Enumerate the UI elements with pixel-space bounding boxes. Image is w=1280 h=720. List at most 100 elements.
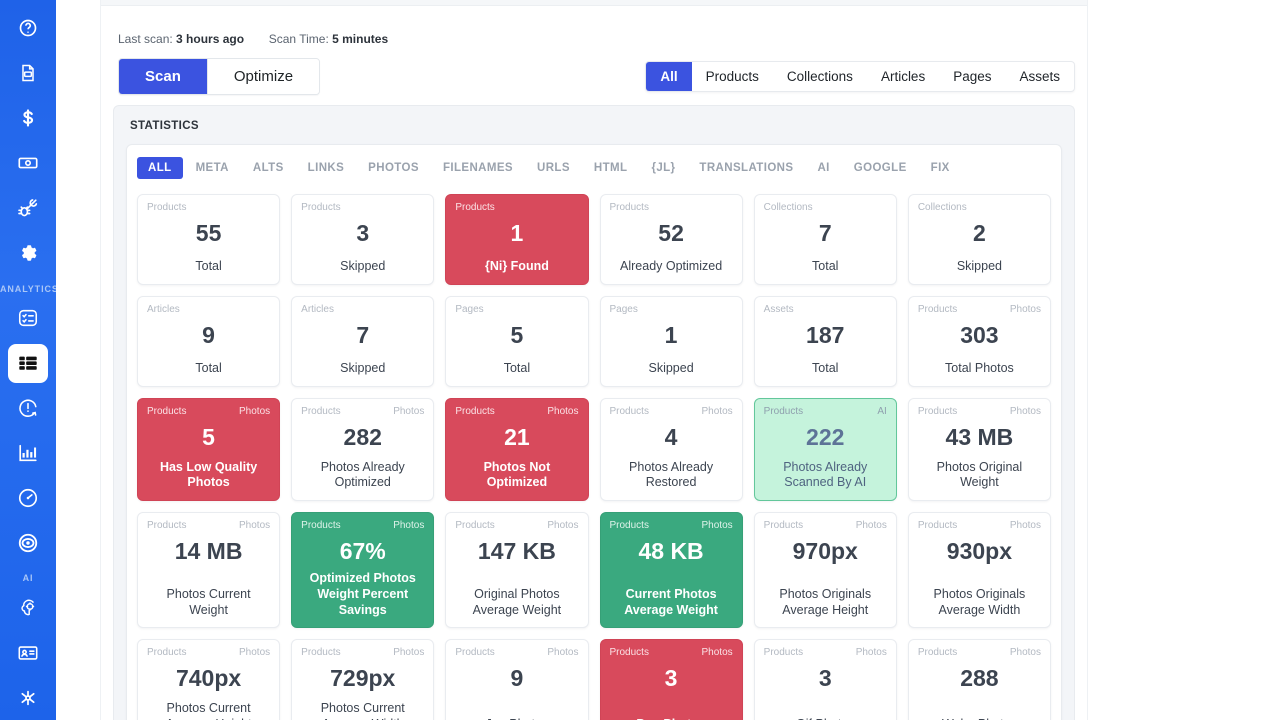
sidebar-item-ai-engine[interactable] — [8, 588, 48, 627]
stat-card-tag-left: Products — [917, 520, 958, 531]
stat-card[interactable]: Products Photos 729px Photos Current Averag… — [291, 639, 435, 720]
stat-card-tag-right: Photos — [393, 406, 425, 417]
stat-card-tags: Articles — [147, 304, 270, 316]
sidebar-item-history[interactable] — [8, 389, 48, 428]
stat-card-value: 2 — [973, 220, 986, 246]
sidebar-item-monitor[interactable] — [8, 523, 48, 562]
stat-card[interactable]: Products 55 Total — [137, 194, 281, 285]
stat-card-label: Skipped — [648, 361, 694, 376]
stat-card-value: 7 — [818, 220, 832, 246]
stat-filter-meta[interactable]: META — [185, 157, 240, 179]
stat-card[interactable]: Products AI 222 Photos Already Scanned By A… — [753, 398, 897, 501]
stat-card[interactable]: Products 1 {Ni} Found — [445, 194, 589, 285]
stat-card[interactable]: Products Photos 303 Total Photos — [907, 296, 1051, 387]
stat-card[interactable]: Products Photos 5 Has Low Quality Photos — [137, 398, 281, 501]
optimize-button[interactable]: Optimize — [207, 59, 320, 94]
stat-card-value: 67% — [339, 538, 386, 564]
stat-card[interactable]: Products Photos 43 MB Photos Original Weigh… — [907, 398, 1051, 501]
stat-card-tag-left: Products — [147, 520, 187, 531]
stat-card[interactable]: Pages 1 Skipped — [599, 296, 743, 387]
stat-card[interactable]: Products Photos 3 Gif Photos — [753, 639, 897, 720]
stat-filter-google[interactable]: GOOGLE — [843, 157, 918, 179]
sidebar-item-log[interactable] — [8, 54, 48, 93]
type-filter-pages[interactable]: Pages — [939, 62, 1005, 91]
stat-card[interactable]: Products Photos 48 KB Current Photos Averag… — [599, 512, 743, 629]
stat-card[interactable]: Products Photos 67% Optimized Photos Weight… — [291, 512, 435, 629]
stat-filter-ai[interactable]: AI — [806, 157, 840, 179]
sidebar-item-reports[interactable] — [8, 433, 48, 472]
stat-card-tag-right: Photos — [701, 406, 733, 417]
type-filter-all[interactable]: All — [646, 62, 692, 91]
stat-card[interactable]: Products Photos 3 Png Photos — [599, 639, 743, 720]
banknote-icon — [17, 152, 39, 174]
stat-card-tags: Products Photos — [764, 520, 887, 532]
stat-card[interactable]: Products Photos 930px Photos Originals Aver… — [907, 512, 1051, 629]
statistics-filter-bar: ALL META ALTS LINKS PHOTOS FILENAMES URLS HTML{… — [137, 155, 1051, 185]
stat-card-tags: Products — [455, 202, 578, 214]
sidebar-item-ai-network[interactable] — [8, 678, 48, 717]
type-filter-articles[interactable]: Articles — [867, 62, 939, 91]
stat-card[interactable]: Products Photos 282 Photos Already Optimize… — [291, 398, 435, 501]
stat-filter-jl[interactable]: {JL} — [640, 157, 686, 179]
stat-card-value: 729px — [330, 665, 396, 692]
sidebar-item-ai-profiles[interactable] — [8, 633, 48, 672]
sidebar-item-statistics[interactable] — [8, 343, 48, 383]
stat-card-value: 14 MB — [174, 538, 243, 564]
stat-card-tags: Products Photos — [610, 520, 733, 532]
stat-card[interactable]: Collections 7 Total — [753, 194, 897, 285]
stat-card[interactable]: Pages 5 Total — [445, 296, 589, 387]
stat-card-tag-left: Products — [301, 406, 341, 417]
main-panel: Last scan: 3 hours ago Scan Time: 5 minu… — [100, 0, 1088, 720]
stat-card-tags: Products — [301, 202, 424, 214]
stat-filter-alts[interactable]: ALTS — [242, 157, 295, 179]
stat-card[interactable]: Products 3 Skipped — [291, 194, 435, 285]
stat-card-tags: Products Photos — [918, 647, 1041, 659]
stat-card-tag-left: Products — [147, 202, 187, 213]
stat-filter-filenames[interactable]: FILENAMES — [432, 157, 524, 179]
stat-card-tags: Products — [610, 202, 733, 214]
stat-filter-html[interactable]: HTML — [583, 157, 639, 179]
stat-card[interactable]: Articles 9 Total — [137, 296, 281, 387]
stat-filter-translations[interactable]: TRANSLATIONS — [688, 157, 804, 179]
stat-filter-all[interactable]: ALL — [137, 157, 183, 179]
stat-card-tag-right: Photos — [547, 520, 579, 531]
scan-button[interactable]: Scan — [119, 59, 208, 94]
stat-card[interactable]: Products Photos 4 Photos Already Restored — [599, 398, 743, 501]
stat-card[interactable]: Products Photos 147 KB Original Photos Aver… — [445, 512, 589, 629]
stat-card[interactable]: Products Photos 740px Photos Current Averag… — [137, 639, 281, 720]
stat-card[interactable]: Assets 187 Total — [753, 296, 897, 387]
sidebar-item-settings[interactable] — [8, 234, 48, 273]
stat-card-label: Total — [195, 259, 222, 274]
type-filter-collections[interactable]: Collections — [773, 62, 867, 91]
stat-card-label: Total — [195, 361, 222, 376]
stat-card-tag-right: Photos — [855, 520, 887, 531]
stat-card-tags: Pages — [455, 304, 578, 316]
stat-card[interactable]: Products Photos 21 Photos Not Optimized — [445, 398, 589, 501]
stat-card-value: 43 MB — [945, 424, 1014, 450]
sidebar-item-performance[interactable] — [8, 478, 48, 517]
type-filter-products[interactable]: Products — [692, 62, 773, 91]
stat-filter-photos[interactable]: PHOTOS — [357, 157, 430, 179]
stat-card[interactable]: Articles 7 Skipped — [291, 296, 435, 387]
stat-card-tag-right: Photos — [701, 520, 733, 531]
type-filter-assets[interactable]: Assets — [1005, 62, 1074, 91]
stat-card[interactable]: Products Photos 288 Webp Photos — [907, 639, 1051, 720]
stat-card-tags: Products Photos — [147, 647, 270, 659]
stat-card[interactable]: Products Photos 9 Jpg Photos — [445, 639, 589, 720]
stat-card[interactable]: Collections 2 Skipped — [907, 194, 1051, 285]
sidebar-item-debug[interactable] — [8, 189, 48, 228]
stat-filter-links[interactable]: LINKS — [297, 157, 356, 179]
sidebar-item-pricing[interactable] — [8, 99, 48, 138]
stat-filter-urls[interactable]: URLS — [526, 157, 581, 179]
sidebar-item-help[interactable] — [8, 9, 48, 48]
stat-card[interactable]: Products Photos 970px Photos Originals Aver… — [753, 512, 897, 629]
stat-card-value: 5 — [510, 322, 524, 348]
stat-filter-fix[interactable]: FIX — [920, 157, 961, 179]
sidebar-item-tasks[interactable] — [8, 299, 48, 338]
stat-card[interactable]: Products 52 Already Optimized — [599, 194, 743, 285]
stat-card-label: Optimized Photos Weight Percent Savings — [309, 571, 416, 617]
stat-card-tag-right: AI — [877, 406, 887, 417]
sidebar-item-billing[interactable] — [8, 144, 48, 183]
gear-icon — [17, 242, 39, 264]
stat-card[interactable]: Products Photos 14 MB Photos Current Weight — [137, 512, 281, 629]
